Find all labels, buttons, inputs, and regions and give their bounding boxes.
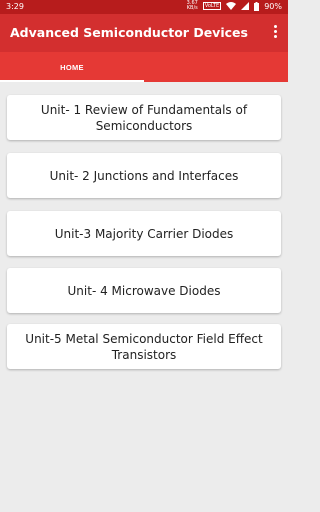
tab-bar: HOME <box>0 52 288 82</box>
battery-icon <box>254 1 260 11</box>
app-title: Advanced Semiconductor Devices <box>10 25 248 40</box>
unit-card-1[interactable]: Unit- 1 Review of Fundamentals of Semico… <box>7 95 281 140</box>
signal-icon <box>241 2 250 10</box>
unit-card-3[interactable]: Unit-3 Majority Carrier Diodes <box>7 211 281 256</box>
unit-list: Unit- 1 Review of Fundamentals of Semico… <box>0 82 288 512</box>
battery-percentage: 90% <box>264 1 282 11</box>
unit-card-2[interactable]: Unit- 2 Junctions and Interfaces <box>7 153 281 198</box>
network-speed-unit: KB/s <box>186 5 198 11</box>
more-vert-icon[interactable] <box>270 25 280 41</box>
status-icons: 3.67 KB/s VoLTE 90% <box>187 1 282 11</box>
unit-card-label: Unit- 1 Review of Fundamentals of Semico… <box>40 102 248 133</box>
unit-card-label: Unit- 2 Junctions and Interfaces <box>49 168 239 183</box>
app-bar: Advanced Semiconductor Devices <box>0 14 288 52</box>
wifi-icon <box>226 2 237 10</box>
unit-card-label: Unit-3 Majority Carrier Diodes <box>54 226 234 241</box>
unit-card-label: Unit- 4 Microwave Diodes <box>67 283 221 298</box>
tab-home-label: HOME <box>60 62 84 72</box>
volte-badge: VoLTE <box>202 2 222 10</box>
status-bar: 3:29 3.67 KB/s VoLTE 90% <box>0 0 288 14</box>
status-time: 3:29 <box>6 2 24 11</box>
unit-card-5[interactable]: Unit-5 Metal Semiconductor Field Effect … <box>7 324 281 369</box>
unit-card-label: Unit-5 Metal Semiconductor Field Effect … <box>25 331 263 362</box>
unit-card-4[interactable]: Unit- 4 Microwave Diodes <box>7 268 281 313</box>
tab-secondary[interactable] <box>144 52 288 82</box>
network-speed: 3.67 KB/s <box>187 1 198 11</box>
tab-home[interactable]: HOME <box>0 52 144 82</box>
